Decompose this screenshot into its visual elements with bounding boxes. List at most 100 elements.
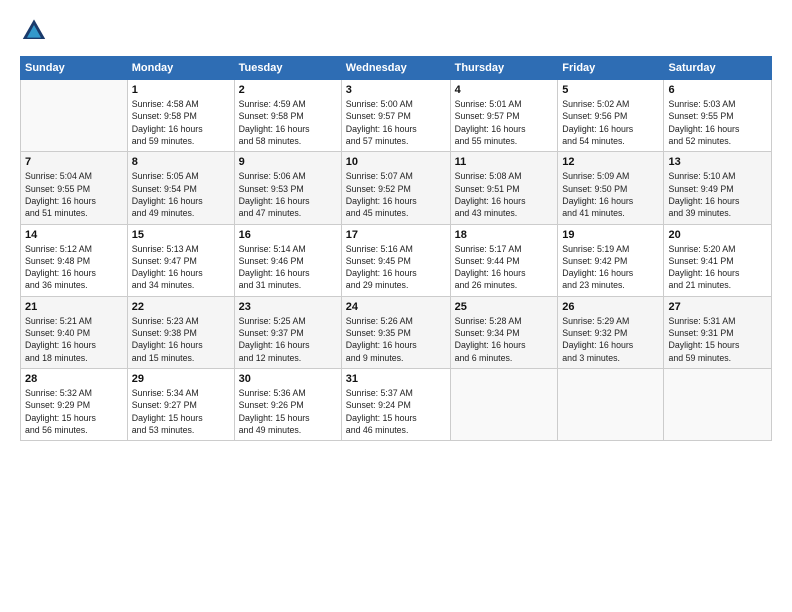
calendar-cell: 6 Sunrise: 5:03 AM Sunset: 9:55 PM Daylig…	[664, 80, 772, 152]
calendar-cell: 23 Sunrise: 5:25 AM Sunset: 9:37 PM Dayli…	[234, 296, 341, 368]
day-info: Sunrise: 5:14 AM Sunset: 9:46 PM Dayligh…	[239, 243, 337, 292]
day-info: Sunrise: 5:08 AM Sunset: 9:51 PM Dayligh…	[455, 170, 554, 219]
calendar-cell: 24 Sunrise: 5:26 AM Sunset: 9:35 PM Dayli…	[341, 296, 450, 368]
day-info: Sunrise: 5:34 AM Sunset: 9:27 PM Dayligh…	[132, 387, 230, 436]
day-info: Sunrise: 5:13 AM Sunset: 9:47 PM Dayligh…	[132, 243, 230, 292]
day-number: 31	[346, 373, 446, 385]
day-number: 6	[668, 84, 767, 96]
day-info: Sunrise: 4:58 AM Sunset: 9:58 PM Dayligh…	[132, 98, 230, 147]
day-info: Sunrise: 5:23 AM Sunset: 9:38 PM Dayligh…	[132, 315, 230, 364]
calendar-cell: 19Sunrise: 5:19 AM Sunset: 9:42 PM Dayli…	[558, 224, 664, 296]
calendar-cell: 21 Sunrise: 5:21 AM Sunset: 9:40 PM Dayli…	[21, 296, 128, 368]
calendar-cell: 31 Sunrise: 5:37 AM Sunset: 9:24 PM Dayli…	[341, 369, 450, 441]
day-info: Sunrise: 5:07 AM Sunset: 9:52 PM Dayligh…	[346, 170, 446, 219]
day-info: Sunrise: 5:26 AM Sunset: 9:35 PM Dayligh…	[346, 315, 446, 364]
calendar-cell	[558, 369, 664, 441]
day-info: Sunrise: 5:17 AM Sunset: 9:44 PM Dayligh…	[455, 243, 554, 292]
calendar-cell: 9 Sunrise: 5:06 AM Sunset: 9:53 PM Daylig…	[234, 152, 341, 224]
calendar-cell: 27Sunrise: 5:31 AM Sunset: 9:31 PM Dayli…	[664, 296, 772, 368]
day-number: 18	[455, 229, 554, 241]
day-number: 26	[562, 301, 659, 313]
day-number: 9	[239, 156, 337, 168]
day-number: 22	[132, 301, 230, 313]
logo-icon	[20, 18, 48, 46]
weekday-header-wednesday: Wednesday	[341, 57, 450, 80]
calendar-cell: 2Sunrise: 4:59 AM Sunset: 9:58 PM Daylig…	[234, 80, 341, 152]
logo	[20, 18, 52, 46]
calendar-cell: 3 Sunrise: 5:00 AM Sunset: 9:57 PM Daylig…	[341, 80, 450, 152]
day-number: 5	[562, 84, 659, 96]
day-number: 20	[668, 229, 767, 241]
weekday-header-thursday: Thursday	[450, 57, 558, 80]
calendar-cell	[450, 369, 558, 441]
calendar-cell: 14Sunrise: 5:12 AM Sunset: 9:48 PM Dayli…	[21, 224, 128, 296]
day-info: Sunrise: 5:29 AM Sunset: 9:32 PM Dayligh…	[562, 315, 659, 364]
day-number: 28	[25, 373, 123, 385]
calendar-cell	[21, 80, 128, 152]
day-number: 30	[239, 373, 337, 385]
calendar-cell: 17 Sunrise: 5:16 AM Sunset: 9:45 PM Dayli…	[341, 224, 450, 296]
calendar-cell: 25 Sunrise: 5:28 AM Sunset: 9:34 PM Dayli…	[450, 296, 558, 368]
day-number: 16	[239, 229, 337, 241]
day-info: Sunrise: 5:37 AM Sunset: 9:24 PM Dayligh…	[346, 387, 446, 436]
calendar-cell: 28 Sunrise: 5:32 AM Sunset: 9:29 PM Dayli…	[21, 369, 128, 441]
day-number: 14	[25, 229, 123, 241]
day-number: 29	[132, 373, 230, 385]
calendar-cell: 7Sunrise: 5:04 AM Sunset: 9:55 PM Daylig…	[21, 152, 128, 224]
calendar-cell: 18 Sunrise: 5:17 AM Sunset: 9:44 PM Dayli…	[450, 224, 558, 296]
calendar-week-4: 21 Sunrise: 5:21 AM Sunset: 9:40 PM Dayli…	[21, 296, 772, 368]
calendar-cell	[664, 369, 772, 441]
day-number: 25	[455, 301, 554, 313]
day-info: Sunrise: 5:01 AM Sunset: 9:57 PM Dayligh…	[455, 98, 554, 147]
day-number: 13	[668, 156, 767, 168]
page-header	[20, 18, 772, 46]
calendar-cell: 10 Sunrise: 5:07 AM Sunset: 9:52 PM Dayli…	[341, 152, 450, 224]
weekday-header-tuesday: Tuesday	[234, 57, 341, 80]
calendar-week-5: 28 Sunrise: 5:32 AM Sunset: 9:29 PM Dayli…	[21, 369, 772, 441]
day-info: Sunrise: 5:03 AM Sunset: 9:55 PM Dayligh…	[668, 98, 767, 147]
calendar-cell: 29 Sunrise: 5:34 AM Sunset: 9:27 PM Dayli…	[127, 369, 234, 441]
day-info: Sunrise: 4:59 AM Sunset: 9:58 PM Dayligh…	[239, 98, 337, 147]
calendar-week-2: 7Sunrise: 5:04 AM Sunset: 9:55 PM Daylig…	[21, 152, 772, 224]
calendar-cell: 26 Sunrise: 5:29 AM Sunset: 9:32 PM Dayli…	[558, 296, 664, 368]
day-info: Sunrise: 5:25 AM Sunset: 9:37 PM Dayligh…	[239, 315, 337, 364]
weekday-header-monday: Monday	[127, 57, 234, 80]
calendar-cell: 8 Sunrise: 5:05 AM Sunset: 9:54 PM Daylig…	[127, 152, 234, 224]
day-number: 3	[346, 84, 446, 96]
calendar-cell: 16 Sunrise: 5:14 AM Sunset: 9:46 PM Dayli…	[234, 224, 341, 296]
day-info: Sunrise: 5:21 AM Sunset: 9:40 PM Dayligh…	[25, 315, 123, 364]
day-info: Sunrise: 5:05 AM Sunset: 9:54 PM Dayligh…	[132, 170, 230, 219]
calendar-cell: 30 Sunrise: 5:36 AM Sunset: 9:26 PM Dayli…	[234, 369, 341, 441]
calendar-cell: 4 Sunrise: 5:01 AM Sunset: 9:57 PM Daylig…	[450, 80, 558, 152]
day-info: Sunrise: 5:19 AM Sunset: 9:42 PM Dayligh…	[562, 243, 659, 292]
calendar-cell: 20Sunrise: 5:20 AM Sunset: 9:41 PM Dayli…	[664, 224, 772, 296]
day-number: 21	[25, 301, 123, 313]
calendar-week-1: 1 Sunrise: 4:58 AM Sunset: 9:58 PM Daylig…	[21, 80, 772, 152]
day-info: Sunrise: 5:06 AM Sunset: 9:53 PM Dayligh…	[239, 170, 337, 219]
day-number: 24	[346, 301, 446, 313]
day-number: 11	[455, 156, 554, 168]
calendar-cell: 13 Sunrise: 5:10 AM Sunset: 9:49 PM Dayli…	[664, 152, 772, 224]
day-info: Sunrise: 5:28 AM Sunset: 9:34 PM Dayligh…	[455, 315, 554, 364]
weekday-header-friday: Friday	[558, 57, 664, 80]
day-info: Sunrise: 5:09 AM Sunset: 9:50 PM Dayligh…	[562, 170, 659, 219]
day-number: 4	[455, 84, 554, 96]
calendar-cell: 1 Sunrise: 4:58 AM Sunset: 9:58 PM Daylig…	[127, 80, 234, 152]
calendar-cell: 12Sunrise: 5:09 AM Sunset: 9:50 PM Dayli…	[558, 152, 664, 224]
day-info: Sunrise: 5:04 AM Sunset: 9:55 PM Dayligh…	[25, 170, 123, 219]
day-info: Sunrise: 5:16 AM Sunset: 9:45 PM Dayligh…	[346, 243, 446, 292]
day-info: Sunrise: 5:00 AM Sunset: 9:57 PM Dayligh…	[346, 98, 446, 147]
day-info: Sunrise: 5:02 AM Sunset: 9:56 PM Dayligh…	[562, 98, 659, 147]
day-number: 27	[668, 301, 767, 313]
day-info: Sunrise: 5:10 AM Sunset: 9:49 PM Dayligh…	[668, 170, 767, 219]
day-number: 17	[346, 229, 446, 241]
calendar-week-3: 14Sunrise: 5:12 AM Sunset: 9:48 PM Dayli…	[21, 224, 772, 296]
day-number: 8	[132, 156, 230, 168]
day-number: 15	[132, 229, 230, 241]
day-number: 1	[132, 84, 230, 96]
day-number: 23	[239, 301, 337, 313]
day-number: 10	[346, 156, 446, 168]
day-info: Sunrise: 5:36 AM Sunset: 9:26 PM Dayligh…	[239, 387, 337, 436]
weekday-header-sunday: Sunday	[21, 57, 128, 80]
day-info: Sunrise: 5:32 AM Sunset: 9:29 PM Dayligh…	[25, 387, 123, 436]
